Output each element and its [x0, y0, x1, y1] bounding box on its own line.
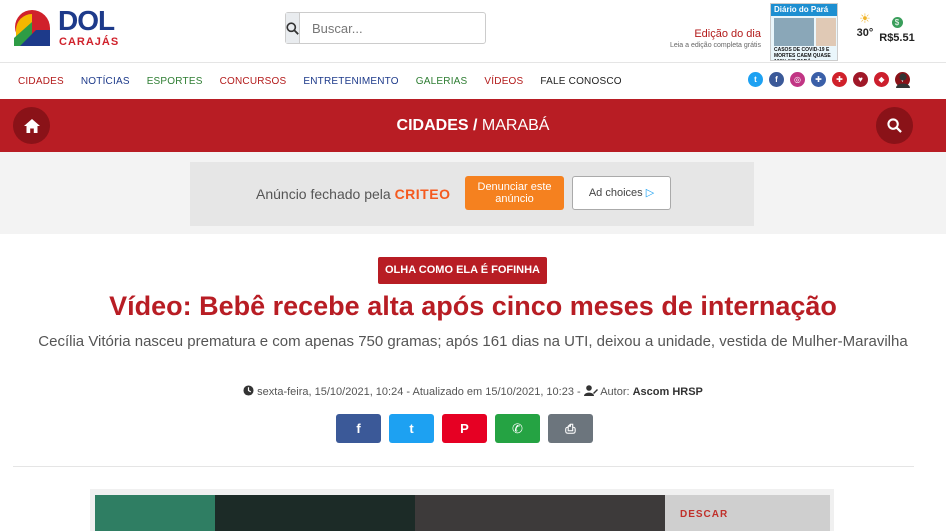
divider — [13, 466, 914, 467]
facebook-icon[interactable]: f — [769, 72, 784, 87]
club-icon-4[interactable]: ◆ — [874, 72, 889, 87]
search-button[interactable] — [286, 13, 300, 43]
share-facebook-button[interactable]: f — [336, 414, 381, 443]
nav-item-esportes[interactable]: ESPORTES — [147, 76, 203, 87]
photo-region-mid — [415, 495, 665, 531]
article-author-label: Autor: — [600, 386, 633, 398]
share-buttons: f t P ✆ ⎙ — [336, 414, 601, 443]
newspaper-name: Diário do Pará — [771, 4, 837, 16]
ad-choices-button[interactable]: Ad choices ▷ — [572, 176, 671, 210]
newspaper-photo-2 — [816, 18, 836, 46]
ad-closed-label: Anúncio fechado pela — [256, 186, 395, 202]
instagram-icon[interactable]: ◎ — [790, 72, 805, 87]
section-sub[interactable]: MARABÁ — [482, 117, 550, 134]
user-icon[interactable] — [896, 73, 910, 88]
logo-subtext: CARAJÁS — [59, 36, 120, 48]
social-links: tf◎✚✚♥◆▼ — [748, 72, 916, 87]
logo-text: DOL — [58, 5, 115, 36]
club-icon-2[interactable]: ✚ — [832, 72, 847, 87]
article-photo[interactable]: DESCAR — [90, 489, 834, 531]
nav-item-entretenimento[interactable]: ENTRETENIMENTO — [303, 76, 398, 87]
facebook-icon: f — [356, 421, 361, 436]
newspaper-headline: CASOS DE COVID-19 E MORTES CAEM QUASE 10… — [774, 47, 831, 60]
share-twitter-button[interactable]: t — [389, 414, 434, 443]
site-logo[interactable]: DOL CARAJÁS — [12, 6, 132, 50]
section-main[interactable]: CIDADES — [397, 117, 469, 134]
logo-mark-icon — [14, 10, 50, 46]
search-box — [285, 12, 488, 44]
nav-item-concursos[interactable]: CONCURSOS — [220, 76, 287, 87]
main-nav-bar: CIDADES NOTÍCIAS ESPORTES CONCURSOS ENTRETEN… — [0, 62, 946, 99]
user-edit-icon — [583, 385, 598, 396]
nav-item-vídeos[interactable]: VÍDEOS — [484, 76, 523, 87]
twitter-icon[interactable]: t — [748, 72, 763, 87]
article-meta: sexta-feira, 15/10/2021, 10:24 - Atualiz… — [0, 384, 946, 400]
article-author[interactable]: Ascom HRSP — [633, 386, 703, 398]
currency-value: R$5.51 — [879, 32, 915, 44]
nav-item-galerias[interactable]: GALERIAS — [416, 76, 468, 87]
newspaper-thumbnail[interactable]: Diário do Pará CASOS DE COVID-19 E MORTE… — [770, 3, 838, 61]
ad-closed-text: Anúncio fechado pela CRITEO — [256, 186, 450, 202]
nav-item-fale-conosco[interactable]: FALE CONOSCO — [540, 76, 621, 87]
criteo-logo: CRITEO — [394, 186, 451, 202]
club-icon-3[interactable]: ♥ — [853, 72, 868, 87]
print-icon: ⎙ — [565, 420, 576, 436]
nav-item-notícias[interactable]: NOTÍCIAS — [81, 76, 130, 87]
ad-closed-box: Anúncio fechado pela CRITEO Denunciar es… — [190, 162, 754, 226]
report-ad-button[interactable]: Denunciar este anúncio — [465, 176, 564, 210]
whatsapp-icon: ✆ — [512, 420, 523, 436]
article-date: sexta-feira, 15/10/2021, 10:24 - Atualiz… — [257, 386, 584, 398]
article-title: Vídeo: Bebê recebe alta após cinco meses… — [109, 291, 837, 321]
article-subtitle: Cecília Vitória nasceu prematura e com a… — [38, 333, 908, 350]
section-title: CIDADES / MARABÁ — [0, 116, 946, 136]
twitter-icon: t — [409, 421, 414, 436]
section-search-button[interactable] — [876, 107, 913, 144]
photo-region-green — [95, 495, 215, 531]
section-separator: / — [468, 117, 482, 134]
ad-choices-label: Ad choices — [588, 187, 643, 199]
search-icon — [286, 21, 299, 35]
pinterest-icon: P — [460, 421, 469, 436]
article-tag[interactable]: OLHA COMO ELA É FOFINHA — [378, 257, 547, 284]
currency-widget: $ R$5.51 — [876, 12, 918, 44]
clock-icon — [243, 385, 254, 396]
newspaper-photo — [774, 18, 814, 46]
share-print-button[interactable]: ⎙ — [548, 414, 593, 443]
share-pinterest-button[interactable]: P — [442, 414, 487, 443]
site-header: DOL CARAJÁS Edição do dia Leia a edição … — [0, 0, 946, 62]
share-whatsapp-button[interactable]: ✆ — [495, 414, 540, 443]
ad-choices-icon: ▷ — [645, 187, 655, 199]
edicao-title: Edição do dia — [694, 28, 761, 40]
section-bar: CIDADES / MARABÁ — [0, 99, 946, 152]
main-nav: CIDADES NOTÍCIAS ESPORTES CONCURSOS ENTRETEN… — [18, 63, 639, 99]
photo-sign-text: DESCAR — [680, 509, 729, 520]
club-icon-1[interactable]: ✚ — [811, 72, 826, 87]
ad-area: Anúncio fechado pela CRITEO Denunciar es… — [0, 152, 946, 234]
nav-item-cidades[interactable]: CIDADES — [18, 76, 64, 87]
search-icon — [887, 118, 902, 133]
edicao-subtitle: Leia a edição completa grátis — [669, 42, 761, 49]
edicao-do-dia[interactable]: Edição do dia Leia a edição completa grá… — [670, 28, 761, 51]
dollar-icon: $ — [891, 17, 903, 28]
search-input[interactable] — [300, 13, 488, 43]
